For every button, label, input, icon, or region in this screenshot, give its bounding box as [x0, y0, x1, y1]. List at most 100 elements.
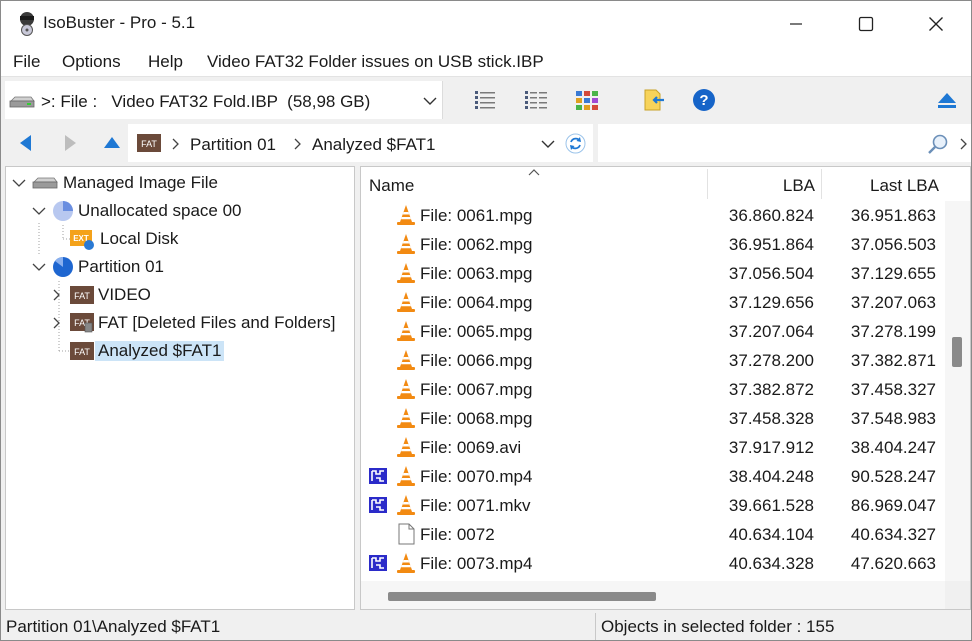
tree-item-video[interactable]: FAT VIDEO — [52, 282, 154, 308]
ext-volume-icon: EXT — [70, 230, 94, 250]
cell-last-lba: 86.969.047 — [850, 496, 936, 515]
search-input[interactable] — [598, 124, 971, 162]
column-divider[interactable] — [821, 169, 822, 199]
table-row[interactable]: File: 0072 40.634.104 40.634.327 — [361, 520, 945, 549]
table-row[interactable]: File: 0068.mpg 37.458.328 37.548.983 — [361, 404, 945, 433]
column-header-lba[interactable]: LBA — [711, 176, 815, 196]
refresh-icon[interactable] — [565, 133, 586, 154]
tree-item-fat-deleted[interactable]: FAT FAT [Deleted Files and Folders] — [52, 310, 338, 336]
table-row[interactable]: File: 0064.mpg 37.129.656 37.207.063 — [361, 288, 945, 317]
chevron-down-icon[interactable] — [12, 177, 26, 189]
cell-last-lba: 47.620.663 — [850, 554, 936, 573]
up-arrow-icon[interactable] — [102, 133, 122, 153]
vlc-cone-icon — [397, 234, 415, 254]
chevron-down-icon[interactable] — [32, 261, 46, 273]
tree-item-analyzed-fat1[interactable]: FAT Analyzed $FAT1 — [70, 338, 225, 364]
table-row[interactable]: File: 0073.mp4 40.634.328 47.620.663 — [361, 549, 945, 578]
vlc-cone-icon — [397, 205, 415, 225]
minimize-button[interactable] — [761, 1, 831, 46]
cell-lba: 40.634.104 — [728, 525, 814, 544]
chevron-down-icon — [423, 97, 437, 105]
horizontal-scrollbar[interactable] — [361, 581, 945, 609]
cell-last-lba: 40.634.327 — [850, 525, 936, 544]
cell-name: File: 0066.mpg — [420, 351, 533, 370]
back-arrow-icon[interactable] — [16, 133, 36, 153]
list-body[interactable]: File: 0061.mpg 36.860.824 36.951.863 File: … — [361, 201, 945, 581]
chevron-right-icon[interactable] — [52, 289, 62, 301]
table-row[interactable]: File: 0061.mpg 36.860.824 36.951.863 — [361, 201, 945, 230]
cell-name: File: 0061.mpg — [420, 206, 533, 225]
vlc-cone-icon — [397, 437, 415, 457]
fat-folder-icon: FAT — [70, 342, 94, 360]
table-row[interactable]: File: 0070.mp4 38.404.248 90.528.247 — [361, 462, 945, 491]
app-window: IsoBuster - Pro - 5.1 File Options Help … — [0, 0, 972, 641]
cell-lba: 37.056.504 — [728, 264, 814, 283]
forward-arrow-icon[interactable] — [60, 133, 80, 153]
column-header-name[interactable]: Name — [369, 176, 414, 196]
cell-lba: 37.278.200 — [728, 351, 814, 370]
cell-name: File: 0067.mpg — [420, 380, 533, 399]
svg-text:FAT: FAT — [74, 291, 90, 301]
breadcrumb-analyzed[interactable]: Analyzed $FAT1 — [312, 135, 435, 155]
table-row[interactable]: File: 0063.mpg 37.056.504 37.129.655 — [361, 259, 945, 288]
cell-last-lba: 37.207.063 — [850, 293, 936, 312]
menu-options[interactable]: Options — [62, 52, 121, 72]
vertical-scrollbar[interactable] — [945, 201, 970, 581]
close-icon — [929, 16, 943, 31]
breadcrumb[interactable]: FAT Partition 01 Analyzed $FAT1 — [128, 124, 593, 162]
close-button[interactable] — [901, 1, 971, 46]
cell-last-lba: 37.458.327 — [850, 380, 936, 399]
table-row[interactable]: File: 0065.mpg 37.207.064 37.278.199 — [361, 317, 945, 346]
cell-name: File: 0064.mpg — [420, 293, 533, 312]
source-label: >: File : Video FAT32 Fold.IBP (58,98 GB… — [41, 92, 371, 111]
eject-icon[interactable] — [934, 88, 960, 112]
maximize-button[interactable] — [831, 1, 901, 46]
title-bar[interactable]: IsoBuster - Pro - 5.1 — [1, 1, 971, 46]
vertical-scroll-thumb[interactable] — [952, 337, 962, 367]
detail-view-icon[interactable] — [523, 88, 549, 112]
vlc-cone-icon — [397, 350, 415, 370]
extract-folder-icon[interactable] — [642, 88, 668, 112]
menu-help[interactable]: Help — [148, 52, 183, 72]
cell-name: File: 0062.mpg — [420, 235, 533, 254]
table-row[interactable]: File: 0062.mpg 36.951.864 37.056.503 — [361, 230, 945, 259]
chevron-down-icon[interactable] — [541, 139, 555, 149]
list-view-icon[interactable] — [472, 88, 498, 112]
horizontal-scroll-thumb[interactable] — [388, 592, 656, 601]
chevron-right-icon[interactable] — [960, 138, 968, 150]
menu-document[interactable]: Video FAT32 Folder issues on USB stick.I… — [207, 52, 544, 72]
cell-last-lba: 37.382.871 — [850, 351, 936, 370]
cell-last-lba: 36.951.863 — [850, 206, 936, 225]
chevron-right-icon — [172, 138, 179, 150]
cell-name: File: 0072 — [420, 525, 495, 544]
cell-last-lba: 37.278.199 — [850, 322, 936, 341]
menu-file[interactable]: File — [13, 52, 40, 72]
tree-item-unallocated[interactable]: Unallocated space 00 — [32, 198, 245, 224]
table-row[interactable]: File: 0067.mpg 37.382.872 37.458.327 — [361, 375, 945, 404]
help-icon[interactable]: ? — [691, 88, 717, 112]
source-selector[interactable]: >: File : Video FAT32 Fold.IBP (58,98 GB… — [5, 81, 443, 119]
tree-item-label: Analyzed $FAT1 — [95, 341, 225, 361]
cell-lba: 38.404.248 — [728, 467, 814, 486]
search-icon[interactable] — [927, 133, 949, 155]
table-row[interactable]: File: 0069.avi 37.917.912 38.404.247 — [361, 433, 945, 462]
tree-item-local-disk[interactable]: EXT Local Disk — [70, 226, 181, 252]
cell-lba: 36.860.824 — [728, 206, 814, 225]
column-header-last-lba[interactable]: Last LBA — [825, 176, 939, 196]
status-object-count: Objects in selected folder : 155 — [596, 613, 971, 640]
vlc-cone-icon — [397, 408, 415, 428]
tree-item-partition[interactable]: Partition 01 — [32, 254, 167, 280]
table-row[interactable]: File: 0066.mpg 37.278.200 37.382.871 — [361, 346, 945, 375]
chevron-down-icon[interactable] — [32, 205, 46, 217]
folder-tree[interactable]: Managed Image File Unallocated space 00 … — [5, 166, 355, 610]
status-path: Partition 01\Analyzed $FAT1 — [1, 613, 596, 640]
chevron-right-icon[interactable] — [52, 317, 62, 329]
tree-item-managed-image[interactable]: Managed Image File — [12, 170, 221, 196]
cell-last-lba: 90.528.247 — [850, 467, 936, 486]
pie-full-icon — [53, 257, 73, 277]
thumbnail-view-icon[interactable] — [574, 88, 600, 112]
table-row[interactable]: File: 0071.mkv 39.661.528 86.969.047 — [361, 491, 945, 520]
file-list[interactable]: Name LBA Last LBA File: 0061.mpg 36.860.8… — [360, 166, 971, 610]
column-divider[interactable] — [707, 169, 708, 199]
breadcrumb-partition[interactable]: Partition 01 — [190, 135, 276, 155]
